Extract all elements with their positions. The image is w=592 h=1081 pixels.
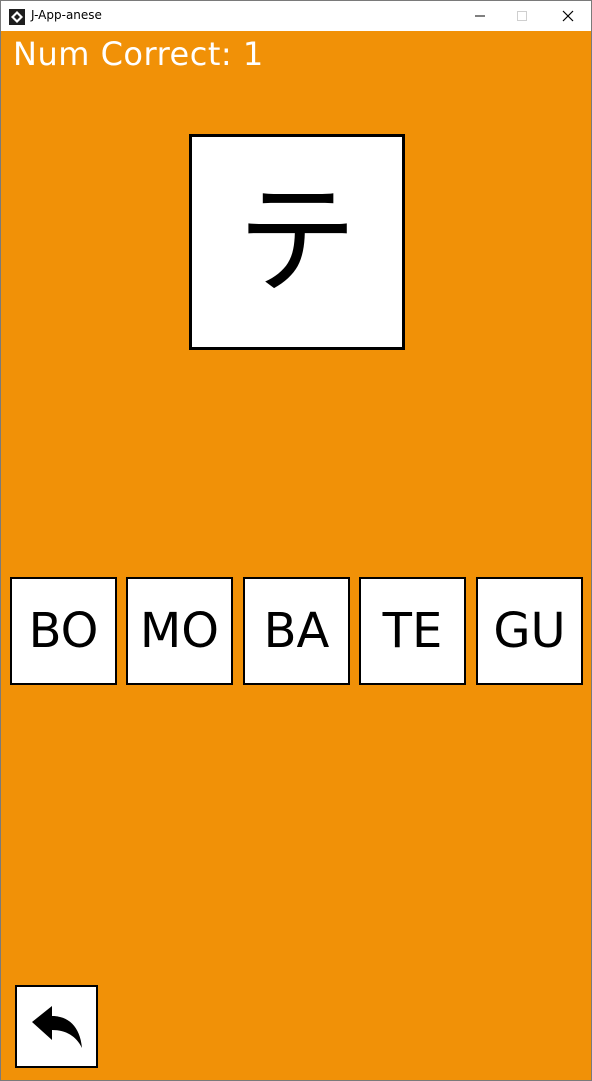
quiz-screen: Num Correct: 1 テ BO MO BA TE GU: [1, 31, 591, 1080]
window-title: J-App-anese: [31, 8, 102, 22]
answer-choices: BO MO BA TE GU: [10, 577, 584, 685]
choice-button-mo[interactable]: MO: [126, 577, 233, 685]
kana-character: テ: [237, 172, 357, 311]
back-arrow-icon: [31, 1005, 82, 1048]
close-button[interactable]: [545, 1, 591, 31]
maximize-icon: [517, 11, 527, 21]
title-bar: J-App-anese: [1, 1, 591, 31]
score-label: Num Correct: 1: [13, 35, 264, 73]
choice-button-ba[interactable]: BA: [243, 577, 350, 685]
choice-button-gu[interactable]: GU: [476, 577, 583, 685]
choice-button-te[interactable]: TE: [359, 577, 466, 685]
minimize-icon: [475, 15, 485, 17]
maximize-button[interactable]: [499, 1, 545, 31]
app-window: J-App-anese Num Correct: 1 テ BO MO BA TE…: [0, 0, 592, 1081]
kana-card: テ: [189, 134, 405, 350]
close-icon: [562, 10, 574, 22]
choice-button-bo[interactable]: BO: [10, 577, 117, 685]
back-button[interactable]: [15, 985, 98, 1068]
minimize-button[interactable]: [457, 1, 503, 31]
app-icon: [9, 9, 25, 25]
